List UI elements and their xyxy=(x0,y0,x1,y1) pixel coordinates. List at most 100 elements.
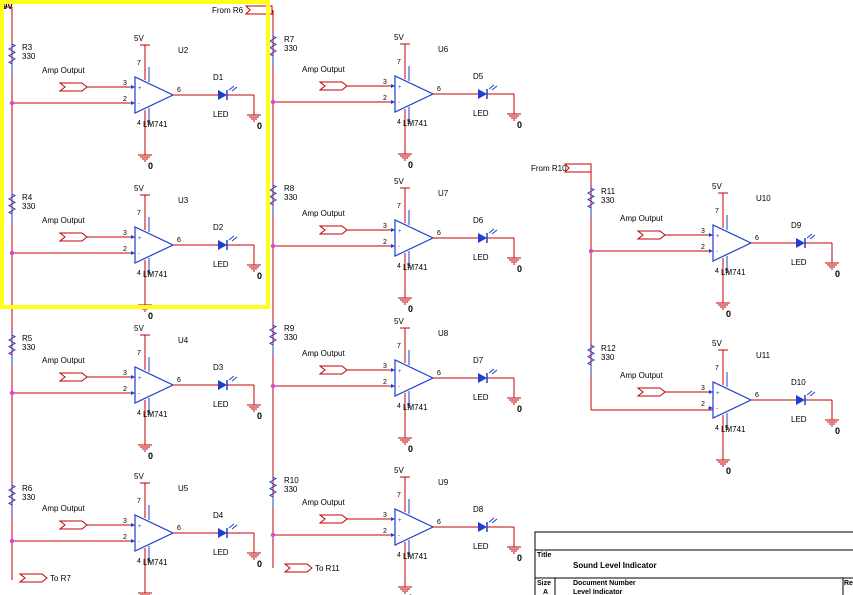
pin-number: 7 xyxy=(397,59,401,66)
ground-label: 0 xyxy=(835,426,840,436)
opamp-minus: - xyxy=(398,244,400,250)
pin-number: 2 xyxy=(701,401,705,408)
opamp-part: LM741 xyxy=(143,120,168,129)
opamp-minus: - xyxy=(398,384,400,390)
led-symbol xyxy=(218,528,227,538)
opamp-minus: - xyxy=(138,251,140,257)
pin-number: 3 xyxy=(701,228,705,235)
opamp-minus: - xyxy=(398,100,400,106)
pin-number: 2 xyxy=(123,386,127,393)
title-label: Title xyxy=(537,552,551,559)
pin-number: 2 xyxy=(383,95,387,102)
opamp-plus: + xyxy=(138,236,142,242)
junction-dot xyxy=(588,248,594,254)
pin-number: 4 xyxy=(397,403,401,410)
vcc-label: 5V xyxy=(134,184,144,193)
pin-number: 7 xyxy=(137,210,141,217)
opamp-plus: + xyxy=(716,234,720,240)
pin-number: 2 xyxy=(383,239,387,246)
pin-number: 3 xyxy=(383,79,387,86)
led-label: LED xyxy=(213,548,229,557)
opamp-ref: U11 xyxy=(756,351,771,360)
pin-number: 6 xyxy=(177,525,181,532)
pin-number: 3 xyxy=(383,363,387,370)
opamp-ref: U8 xyxy=(438,329,449,338)
amp-output-port xyxy=(636,387,666,397)
ground-label: 0 xyxy=(517,553,522,563)
pin-number: 3 xyxy=(701,385,705,392)
pin-number: 3 xyxy=(383,223,387,230)
led-label: LED xyxy=(791,258,807,267)
amp-output-port xyxy=(58,520,88,530)
pin-number: 4 xyxy=(397,552,401,559)
led-ref: D5 xyxy=(473,72,484,81)
led-label: LED xyxy=(213,400,229,409)
pin-number: 3 xyxy=(383,512,387,519)
opamp-plus: + xyxy=(138,86,142,92)
schematic: 9VR333032+-5V74 5060U2D1LEDLM741Amp Outpu… xyxy=(0,0,853,595)
rev-label: Re xyxy=(844,580,853,587)
junction-dot xyxy=(9,538,15,544)
pin-number: 7 xyxy=(137,350,141,357)
led-symbol xyxy=(218,90,227,100)
led-symbol xyxy=(796,238,805,248)
junction-dot xyxy=(9,390,15,396)
led-symbol xyxy=(478,373,487,383)
led-label: LED xyxy=(473,253,489,262)
junction-dot xyxy=(270,383,276,389)
opamp-minus: - xyxy=(138,101,140,107)
ground-label: 0 xyxy=(726,466,731,476)
vcc-label: 5V xyxy=(394,33,404,42)
amp-output-label: Amp Output xyxy=(302,65,345,74)
opamp-minus: - xyxy=(138,539,140,545)
ground-label: 0 xyxy=(148,451,153,461)
led-ref: D2 xyxy=(213,223,224,232)
led-ref: D10 xyxy=(791,378,806,387)
size-label: Size xyxy=(537,580,551,587)
ground-label: 0 xyxy=(408,304,413,314)
opamp-plus: + xyxy=(716,391,720,397)
amp-output-label: Amp Output xyxy=(302,498,345,507)
opamp-ref: U5 xyxy=(178,484,189,493)
led-label: LED xyxy=(213,110,229,119)
resistor-ref: R3 xyxy=(22,43,33,52)
opamp-part: LM741 xyxy=(143,410,168,419)
ground-label: 0 xyxy=(517,120,522,130)
resistor-value: 330 xyxy=(284,333,298,342)
pin-number: 4 xyxy=(137,410,141,417)
vcc-label: 5V xyxy=(394,317,404,326)
resistor-value: 330 xyxy=(284,485,298,494)
ground-label: 0 xyxy=(517,404,522,414)
port-to-r11-label: To R11 xyxy=(315,564,340,573)
opamp-ref: U7 xyxy=(438,189,449,198)
pin-number: 4 xyxy=(715,268,719,275)
pin-number: 6 xyxy=(755,235,759,242)
opamp-part: LM741 xyxy=(143,558,168,567)
resistor-ref: R9 xyxy=(284,324,295,333)
pin-number: 6 xyxy=(177,237,181,244)
resistor-ref: R8 xyxy=(284,184,295,193)
led-label: LED xyxy=(213,260,229,269)
vcc-label: 5V xyxy=(712,339,722,348)
port-to-r7 xyxy=(18,573,48,583)
led-symbol xyxy=(218,380,227,390)
opamp-symbol xyxy=(134,514,175,552)
pin-number: 4 xyxy=(137,558,141,565)
port-from-r10 xyxy=(563,163,592,173)
pin-number: 6 xyxy=(437,86,441,93)
pin-number: 2 xyxy=(383,528,387,535)
resistor-value: 330 xyxy=(22,343,36,352)
resistor-value: 330 xyxy=(22,493,36,502)
amp-output-label: Amp Output xyxy=(302,349,345,358)
pin-number: 4 xyxy=(715,425,719,432)
resistor-ref: R4 xyxy=(22,193,33,202)
opamp-symbol xyxy=(394,75,435,113)
opamp-symbol xyxy=(394,219,435,257)
resistor-value: 330 xyxy=(284,193,298,202)
opamp-ref: U6 xyxy=(438,45,449,54)
amp-output-label: Amp Output xyxy=(42,356,85,365)
opamp-part: LM741 xyxy=(721,268,746,277)
opamp-ref: U4 xyxy=(178,336,189,345)
resistor-ref: R7 xyxy=(284,35,295,44)
pin-number: 7 xyxy=(397,343,401,350)
